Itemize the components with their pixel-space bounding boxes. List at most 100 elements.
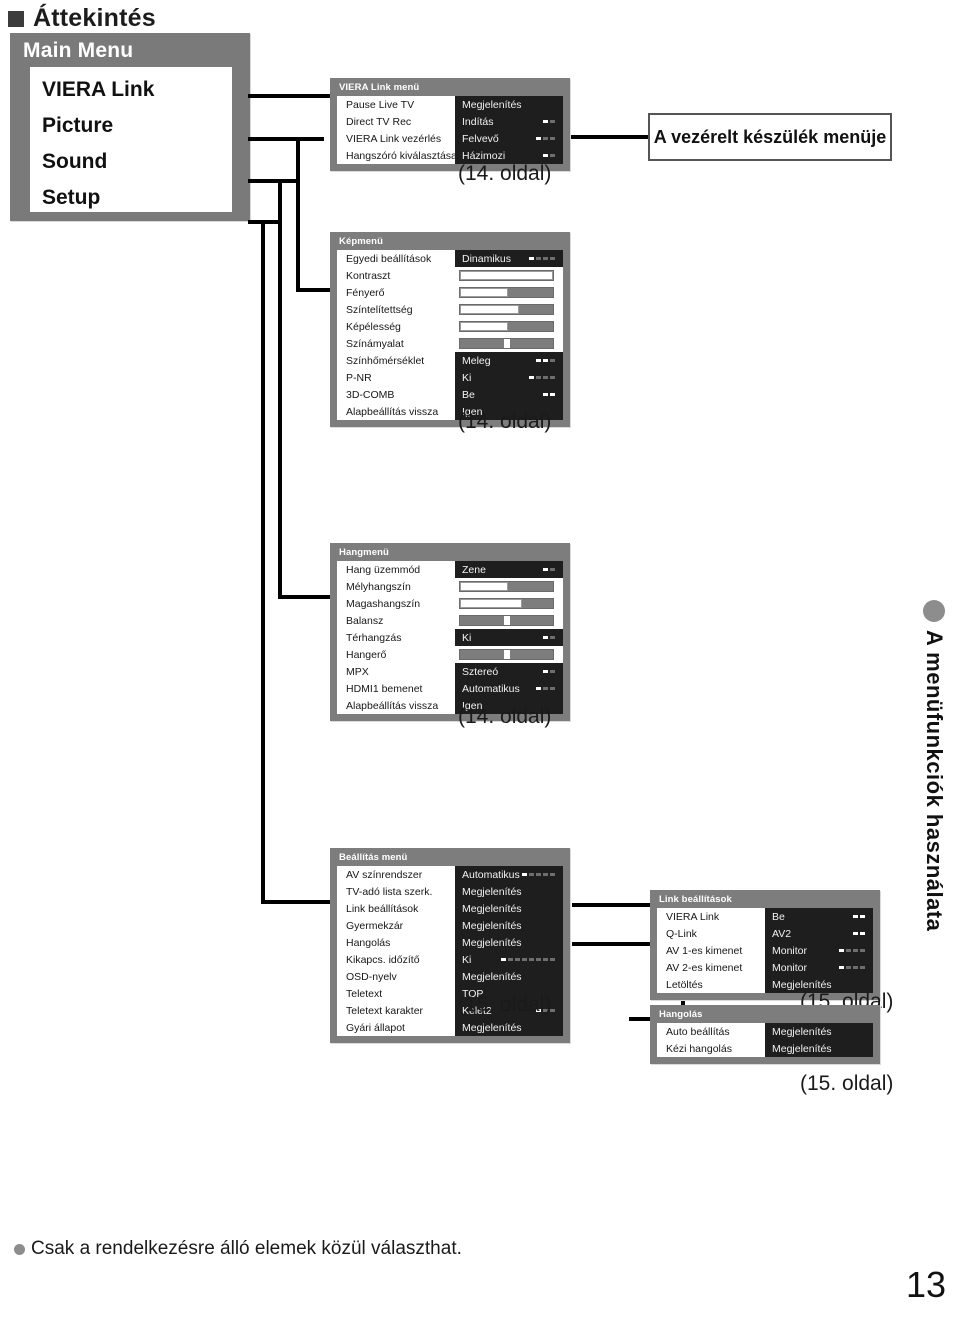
osd-row-value[interactable]: Automatikus [455, 869, 522, 881]
osd-row-value[interactable]: Megjelenítés [455, 971, 563, 983]
section-tab-label: A menüfunkciók használata [922, 630, 947, 932]
osd-picture-menu: Képmenü Egyedi beállítások Kontraszt Fén… [330, 232, 570, 427]
osd-row-value[interactable]: Megjelenítés [455, 920, 563, 932]
page-ref-setup: (15. oldal) [458, 993, 552, 1016]
osd-row-label: Egyedi beállítások [346, 252, 432, 265]
slider-szintelitettseg[interactable] [459, 304, 554, 315]
osd-row-value[interactable]: Be [765, 911, 853, 923]
dash-indicator [536, 359, 555, 362]
slider-melyhangszin[interactable] [459, 581, 554, 592]
osd-row-value[interactable]: Megjelenítés [455, 937, 563, 949]
osd-row-value[interactable]: Be [455, 389, 543, 401]
osd-row-label: Link beállítások [346, 902, 419, 915]
section-tab: A menüfunkciók használata [914, 600, 954, 931]
osd-row-value[interactable]: Sztereó [455, 666, 543, 678]
dash-indicator [522, 873, 555, 876]
connector-picture-h1 [248, 137, 324, 141]
osd-row: Megjelenítés [455, 96, 563, 113]
dash-indicator [536, 137, 555, 140]
osd-row-label: Hang üzemmód [346, 563, 421, 576]
osd-row-label: AV 2-es kimenet [666, 961, 743, 974]
main-menu-title: Main Menu [23, 39, 134, 62]
osd-row-label: VIERA Link vezérlés [346, 132, 442, 145]
osd-row-label: VIERA Link [666, 910, 720, 923]
osd-row-value[interactable]: Megjelenítés [455, 99, 563, 111]
connector-controlled-device [570, 135, 648, 139]
main-menu-item-setup[interactable]: Setup [30, 180, 232, 216]
osd-title: Link beállítások [659, 894, 732, 905]
osd-row-label: AV 1-es kimenet [666, 944, 743, 957]
dash-indicator [853, 932, 865, 935]
osd-row-label: Színámyalat [346, 337, 404, 350]
osd-row: VIERA Link vezérlés [337, 130, 455, 147]
osd-row-value[interactable]: Megjelenítés [455, 903, 563, 915]
osd-labels: Auto beállítás Kézi hangolás [657, 1023, 765, 1057]
osd-row-value[interactable]: Ki [455, 372, 529, 384]
osd-row-value[interactable]: Ki [455, 954, 501, 966]
osd-row-label: Auto beállítás [666, 1025, 730, 1038]
osd-row-value[interactable]: Megjelenítés [765, 1026, 873, 1038]
slider-magashangszin[interactable] [459, 598, 554, 609]
slider-balansz[interactable] [459, 615, 554, 626]
osd-row-label: Teletext [346, 987, 383, 1000]
osd-row-value[interactable]: Házimozi [455, 150, 543, 162]
osd-row-label: Hangszóró kiválasztása [346, 149, 457, 162]
osd-row-value[interactable]: Zene [455, 564, 543, 576]
main-menu-item-picture[interactable]: Picture [30, 108, 232, 144]
osd-title: Beállítás menü [339, 852, 408, 863]
osd-row-value[interactable]: Megjelenítés [765, 979, 873, 991]
dash-indicator [529, 257, 555, 260]
slider-szinarnyalat[interactable] [459, 338, 554, 349]
osd-row-value[interactable]: Ki [455, 632, 543, 644]
osd-body: Egyedi beállítások Kontraszt Fényerő Szí… [337, 250, 563, 420]
page-ref-sound: (14. oldal) [458, 705, 552, 728]
osd-row-label: Gyári állapot [346, 1021, 405, 1034]
slider-kontraszt[interactable] [459, 270, 554, 281]
osd-row-value[interactable]: Megjelenítés [455, 886, 563, 898]
osd-row-label: Alapbeállítás vissza [346, 405, 439, 418]
connector-sound-h1 [248, 179, 298, 183]
circle-bullet-icon [923, 600, 945, 622]
osd-row-label: AV színrendszer [346, 868, 423, 881]
dash-indicator [543, 154, 555, 157]
osd-title: Hangmenü [339, 547, 389, 558]
dash-indicator [543, 568, 555, 571]
osd-row-label: Térhangzás [346, 631, 402, 644]
osd-row-label: 3D-COMB [346, 388, 395, 401]
osd-row-value[interactable]: AV2 [765, 928, 853, 940]
osd-values: Dinamikus Meleg Ki Be Igen [455, 250, 563, 420]
osd-row-value[interactable]: Monitor [765, 962, 839, 974]
osd-row: Felvevő [455, 130, 563, 147]
osd-row-value[interactable]: Megjelenítés [765, 1043, 873, 1055]
osd-row-label: Hangerő [346, 648, 387, 661]
osd-row-label: Letöltés [666, 978, 703, 991]
osd-values: Zene Ki Sztereó Automatikus Igen [455, 561, 563, 714]
dash-indicator [543, 393, 555, 396]
osd-row-label: P-NR [346, 371, 372, 384]
osd-row-label: Mélyhangszín [346, 580, 411, 593]
slider-hangero[interactable] [459, 649, 554, 660]
slider-kepelesseg[interactable] [459, 321, 554, 332]
osd-row-value[interactable]: Megjelenítés [455, 1022, 563, 1034]
osd-values: Megjelenítés Megjelenítés [765, 1023, 873, 1057]
osd-row-value[interactable]: Automatikus [455, 683, 536, 695]
osd-row-label: Képélesség [346, 320, 401, 333]
dash-indicator [536, 687, 555, 690]
osd-row-value[interactable]: Indítás [455, 116, 543, 128]
osd-row-value[interactable]: Monitor [765, 945, 839, 957]
dash-indicator [501, 958, 555, 961]
osd-row-label: HDMI1 bemenet [346, 682, 423, 695]
osd-body: VIERA Link Q-Link AV 1-es kimenet AV 2-e… [657, 908, 873, 993]
square-bullet-icon [8, 10, 24, 27]
slider-fenyero[interactable] [459, 287, 554, 298]
osd-row-value[interactable]: Dinamikus [455, 253, 529, 265]
footer-note-text: Csak a rendelkezésre álló elemek közül v… [31, 1238, 462, 1259]
osd-row-value[interactable]: Felvevő [455, 133, 536, 145]
osd-labels: Hang üzemmód Mélyhangszín Magashangszín … [337, 561, 455, 714]
main-menu-item-sound[interactable]: Sound [30, 144, 232, 180]
osd-row-value[interactable]: Meleg [455, 355, 536, 367]
main-menu-panel: Main Menu VIERA Link Picture Sound Setup [10, 33, 250, 221]
osd-row-label: Színtelítettség [346, 303, 413, 316]
main-menu-item-viera-link[interactable]: VIERA Link [30, 72, 232, 108]
osd-row-label: OSD-nyelv [346, 970, 397, 983]
